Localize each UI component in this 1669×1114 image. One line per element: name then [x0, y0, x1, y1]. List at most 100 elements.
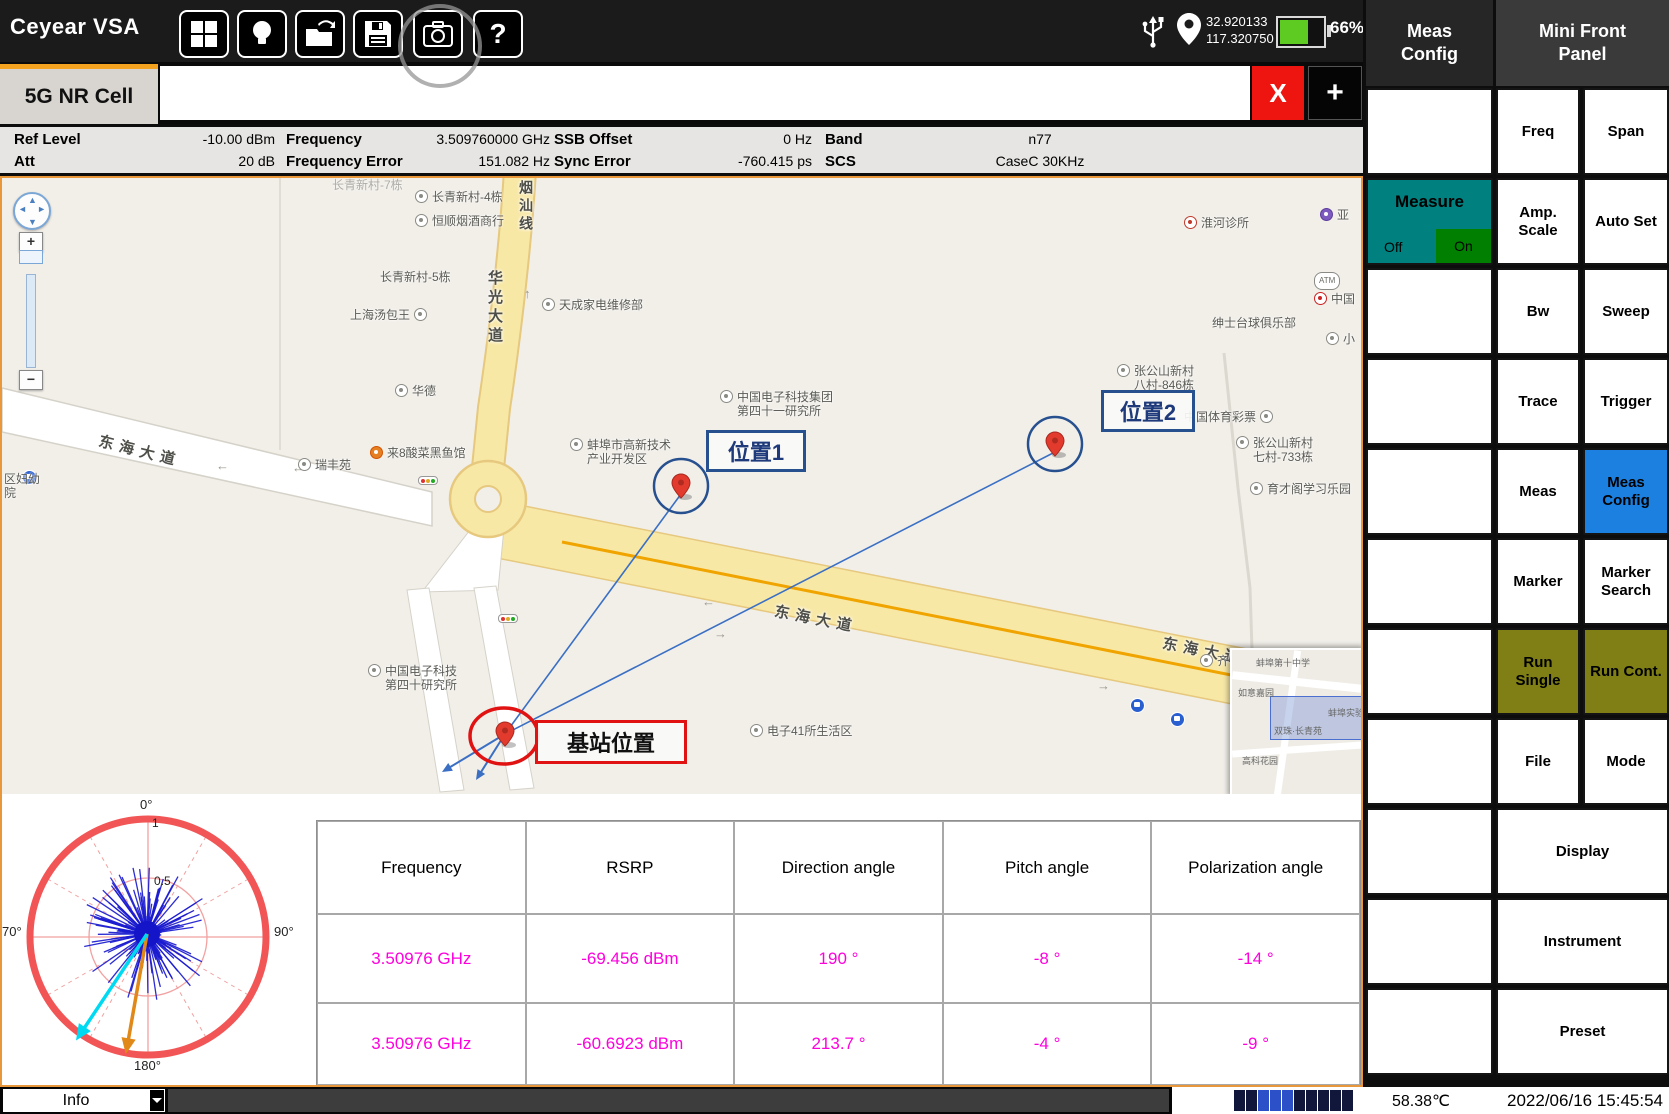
preset-button[interactable]: Preset: [1496, 988, 1669, 1075]
vsa-application: Ceyear VSA ? 32.920133 117.320750: [0, 0, 1669, 1114]
windows-icon[interactable]: [179, 10, 229, 58]
side-panel: Meas Config Mini Front Panel FreqSpan Mea…: [1363, 0, 1669, 1087]
save-icon[interactable]: [353, 10, 403, 58]
bus-stop-icon: [1170, 712, 1185, 727]
freq-button[interactable]: Freq: [1496, 88, 1580, 175]
table-value-cell: -60.6923 dBm: [526, 1003, 735, 1085]
map-poi: 绅士台球俱乐部: [1212, 316, 1296, 330]
trace-button[interactable]: Trace: [1496, 358, 1580, 445]
map-poi: 中国: [1314, 292, 1355, 306]
run-cont-button[interactable]: Run Cont.: [1583, 628, 1669, 715]
inset-label: 蚌埠第十中学: [1256, 656, 1310, 669]
tab-bar: 5G NR Cell X +: [0, 62, 1363, 124]
softkey-blank[interactable]: [1366, 718, 1493, 805]
camera-icon[interactable]: [413, 10, 463, 58]
info-dropdown[interactable]: Info: [3, 1089, 149, 1112]
poi-icon: [395, 384, 408, 397]
status-segment: [1330, 1090, 1341, 1111]
close-tab-button[interactable]: X: [1252, 66, 1304, 120]
poi-icon: [1236, 436, 1249, 449]
location-pin-icon: [1176, 12, 1202, 51]
bw-button[interactable]: Bw: [1496, 268, 1580, 355]
band-value: n77: [900, 131, 1180, 147]
map-pan-control[interactable]: ▲▼ ◄►: [13, 192, 51, 230]
meas-config-button[interactable]: Meas Config: [1583, 448, 1669, 535]
display-button[interactable]: Display: [1496, 808, 1669, 895]
map-poi: 齐: [1200, 654, 1229, 668]
amp-scale-button[interactable]: Amp. Scale: [1496, 178, 1580, 265]
battery-icon: [1276, 16, 1326, 48]
status-segment: [1318, 1090, 1329, 1111]
softkey-blank[interactable]: [1366, 268, 1493, 355]
softkey-blank[interactable]: [1366, 628, 1493, 715]
map-poi: 中国电子科技第四十研究所: [368, 664, 457, 692]
map-pin-icon[interactable]: [672, 474, 692, 500]
mode-button[interactable]: Mode: [1583, 718, 1669, 805]
band-label: Band: [825, 131, 863, 148]
marker-search-button[interactable]: Marker Search: [1583, 538, 1669, 625]
inset-overview-map[interactable]: 蚌埠第十中学 如意嘉园 双珠·长青苑 高科花园 蚌埠实验: [1230, 648, 1361, 794]
tab-strip: [160, 66, 1250, 120]
marker-label-pos2[interactable]: 位置2: [1101, 390, 1195, 432]
sweep-button[interactable]: Sweep: [1583, 268, 1669, 355]
scs-value: CaseC 30KHz: [900, 153, 1180, 169]
status-bar: Info 58.38℃ 2022/06/16 15:45:54: [0, 1087, 1669, 1114]
info-dropdown-arrow-icon[interactable]: [149, 1089, 165, 1112]
marker-label-pos1[interactable]: 位置1: [706, 430, 806, 472]
map-pin-icon[interactable]: [1046, 432, 1066, 458]
polar-270-label: 70°: [2, 924, 22, 939]
softkey-blank[interactable]: [1366, 88, 1493, 175]
tab-5g-nr-cell[interactable]: 5G NR Cell: [0, 64, 158, 124]
softkey-blank[interactable]: [1366, 358, 1493, 445]
map-zoom-track[interactable]: [26, 274, 36, 368]
softkey-blank[interactable]: [1366, 898, 1493, 985]
ref-level-label: Ref Level: [14, 131, 81, 148]
polar-starburst: [84, 868, 202, 1000]
table-value-cell: 3.50976 GHz: [317, 1003, 526, 1085]
temperature-readout: 58.38℃: [1392, 1091, 1450, 1111]
marker-label-base-station[interactable]: 基站位置: [535, 720, 687, 764]
instrument-button[interactable]: Instrument: [1496, 898, 1669, 985]
marker-button[interactable]: Marker: [1496, 538, 1580, 625]
span-button[interactable]: Span: [1583, 88, 1669, 175]
battery-percent: 66%: [1330, 18, 1364, 38]
ssb-offset-value: 0 Hz: [655, 131, 812, 147]
poi-icon: [298, 458, 311, 471]
file-button[interactable]: File: [1496, 718, 1580, 805]
status-segment: [1282, 1090, 1293, 1111]
add-tab-button[interactable]: +: [1308, 66, 1362, 120]
poi-icon: [542, 298, 555, 311]
inset-label: 如意嘉园: [1238, 686, 1274, 699]
poi-icon: [750, 724, 763, 737]
folder-open-icon[interactable]: [295, 10, 345, 58]
map-zoom-in-button[interactable]: +: [19, 232, 43, 252]
measure-label: Measure: [1368, 192, 1491, 212]
auto-set-button[interactable]: Auto Set: [1583, 178, 1669, 265]
table-value-cell: 3.50976 GHz: [317, 914, 526, 1003]
ssb-offset-label: SSB Offset: [554, 131, 632, 148]
run-single-button[interactable]: Run Single: [1496, 628, 1580, 715]
signal-segments: [1234, 1090, 1353, 1111]
help-icon[interactable]: ?: [473, 10, 523, 58]
measure-on-label[interactable]: On: [1436, 229, 1491, 263]
app-title: Ceyear VSA: [10, 14, 140, 40]
table-header-cell: Frequency: [317, 821, 526, 914]
mini-front-panel-header: Mini Front Panel: [1496, 0, 1669, 86]
softkey-blank[interactable]: [1366, 448, 1493, 535]
map-zoom-out-button[interactable]: −: [19, 370, 43, 390]
atm-icon: ATM: [1314, 272, 1340, 290]
trigger-button[interactable]: Trigger: [1583, 358, 1669, 445]
meas-button[interactable]: Meas: [1496, 448, 1580, 535]
map-zoom-slider[interactable]: [19, 250, 43, 264]
softkey-blank[interactable]: [1366, 808, 1493, 895]
softkey-blank[interactable]: [1366, 988, 1493, 1075]
bulb-icon[interactable]: [237, 10, 287, 58]
parameter-bar: Ref Level -10.00 dBm Att 20 dB Frequency…: [0, 124, 1363, 176]
map-poi: 上海汤包王: [350, 308, 427, 322]
map-poi: 长青新村-7栋: [332, 178, 403, 192]
map-poi: 中国电子科技集团第四十一研究所: [720, 390, 833, 418]
measure-off-label[interactable]: Off: [1384, 239, 1402, 255]
map-view[interactable]: ▲▼ ◄► + − 东海大道 东海大道 东海大道 华光大道 烟汕线 ← ← ↑ …: [2, 178, 1361, 794]
measure-toggle-button[interactable]: Measure Off On: [1366, 178, 1493, 265]
softkey-blank[interactable]: [1366, 538, 1493, 625]
